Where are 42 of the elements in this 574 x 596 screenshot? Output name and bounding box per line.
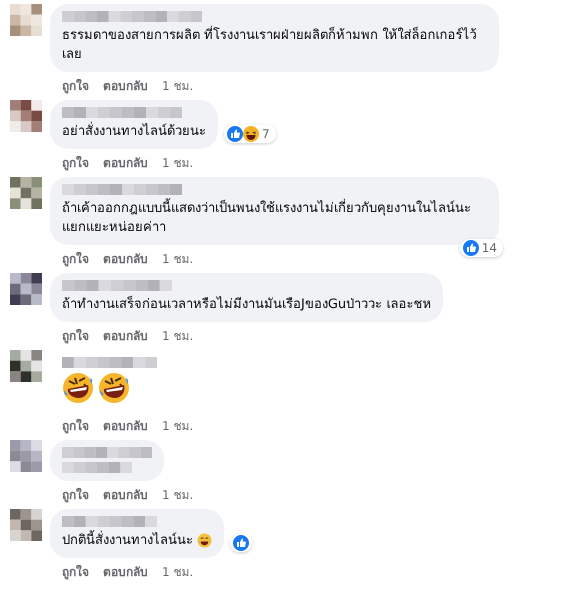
- comment-text: ธรรมดาของสายการผลิต ที่โรงงานเราผฝ่ายผลิตก็ห้ามพก ให้ใส่ล็อกเกอร์ไว้เลย: [62, 26, 487, 64]
- comment-text: อย่าสั่งงานทางไลน์ด้วยนะ: [62, 122, 206, 141]
- action-link[interactable]: ถูกใจ: [62, 153, 89, 172]
- avatar[interactable]: [10, 273, 42, 305]
- reaction-badge[interactable]: 7: [224, 125, 276, 143]
- action-link[interactable]: ตอบกลับ: [103, 416, 148, 435]
- timestamp: 1 ชม.: [162, 418, 194, 435]
- action-link[interactable]: ตอบกลับ: [103, 562, 148, 581]
- action-link[interactable]: ถูกใจ: [62, 485, 89, 504]
- timestamp: 1 ชม.: [162, 564, 194, 581]
- blurred-name[interactable]: [62, 357, 157, 368]
- timestamp: 1 ชม.: [162, 487, 194, 504]
- blurred-name[interactable]: [62, 11, 202, 22]
- timestamp: 1 ชม.: [162, 251, 194, 268]
- blurred-name[interactable]: [62, 516, 157, 527]
- action-link[interactable]: ตอบกลับ: [103, 326, 148, 345]
- action-link[interactable]: ถูกใจ: [62, 416, 89, 435]
- blurred-name[interactable]: [62, 447, 152, 458]
- action-link[interactable]: ตอบกลับ: [103, 153, 148, 172]
- reaction-count: 7: [262, 127, 271, 141]
- action-link[interactable]: ถูกใจ: [62, 76, 89, 95]
- timestamp: 1 ชม.: [162, 78, 194, 95]
- reaction-count: 14: [482, 241, 498, 255]
- blurred-name[interactable]: [62, 184, 182, 195]
- blurred-name[interactable]: [62, 280, 172, 291]
- action-link[interactable]: ตอบกลับ: [103, 249, 148, 268]
- action-link[interactable]: ถูกใจ: [62, 326, 89, 345]
- reaction-badge[interactable]: 14: [460, 239, 503, 257]
- avatar[interactable]: [10, 100, 42, 132]
- comment-text: ปกตินี้สั่งงานทางไลน์นะ: [62, 531, 193, 550]
- blurred-name[interactable]: [62, 107, 182, 118]
- timestamp: 1 ชม.: [162, 155, 194, 172]
- action-link[interactable]: ถูกใจ: [62, 562, 89, 581]
- action-link[interactable]: ตอบกลับ: [103, 485, 148, 504]
- blurred-name[interactable]: [62, 462, 132, 473]
- reaction-badge[interactable]: [230, 534, 252, 552]
- avatar[interactable]: [10, 350, 42, 382]
- action-link[interactable]: ตอบกลับ: [103, 76, 148, 95]
- comment-text: ถ้าทำงานเสร็จก่อนเวลาหรือไม่มีงานมันเรือJของGuป่าววะ เลอะชห: [62, 295, 432, 314]
- timestamp: 1 ชม.: [162, 328, 194, 345]
- action-link[interactable]: ถูกใจ: [62, 249, 89, 268]
- comment-text: ถ้าเค้าออกกฎแบบนี้แสดงว่าเป็นพนงใช้แรงงานไม่เกี่ยวกับคุยงานในไลน์นะ แยกแยะหน่อยค่าา: [62, 199, 487, 237]
